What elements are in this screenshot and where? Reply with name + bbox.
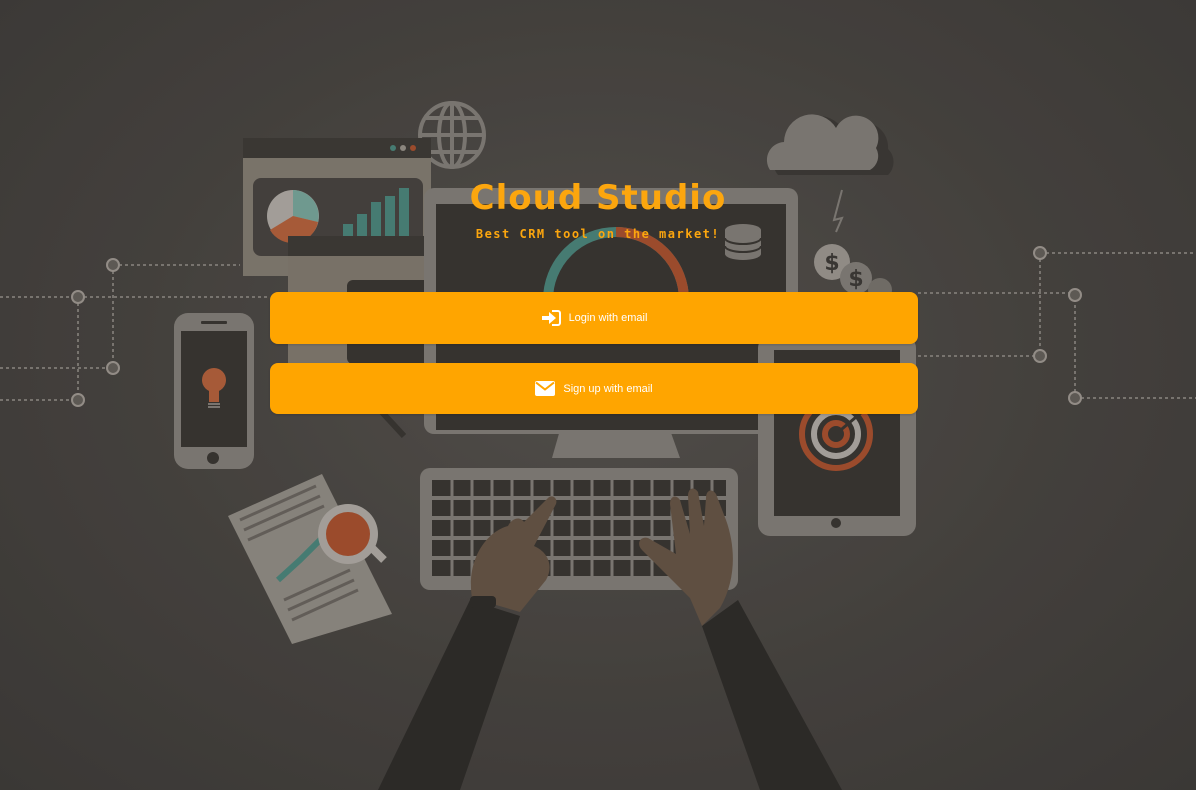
coffee-cup-icon	[318, 504, 387, 564]
login-with-email-button[interactable]: Login with email	[270, 292, 918, 344]
papers	[228, 474, 392, 644]
app-title: Cloud Studio	[469, 178, 727, 218]
login-button-label: Login with email	[568, 312, 648, 324]
svg-text:$: $	[848, 267, 863, 292]
envelope-icon	[535, 381, 556, 396]
sign-in-icon	[541, 310, 561, 326]
signup-button-label: Sign up with email	[563, 382, 653, 395]
circuit-lines-right	[918, 252, 1196, 399]
app-tagline: Best CRM tool on the market!	[475, 227, 721, 241]
svg-text:$: $	[824, 251, 839, 276]
phone	[174, 313, 254, 469]
signup-with-email-button[interactable]: Sign up with email	[270, 363, 918, 414]
